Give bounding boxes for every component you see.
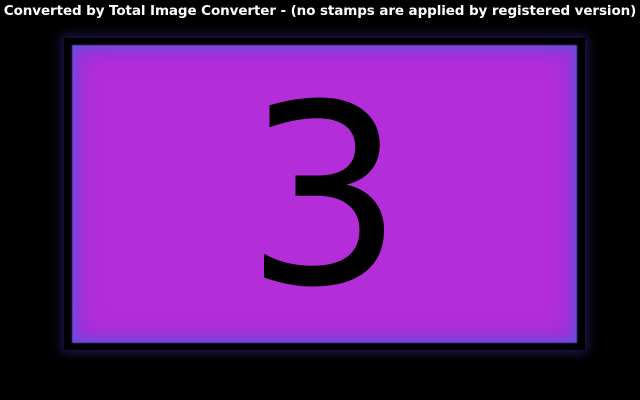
watermark-text: Converted by Total Image Converter - (no… xyxy=(3,3,637,19)
card-number: 3 xyxy=(244,51,405,342)
image-canvas: Converted by Total Image Converter - (no… xyxy=(0,0,640,400)
